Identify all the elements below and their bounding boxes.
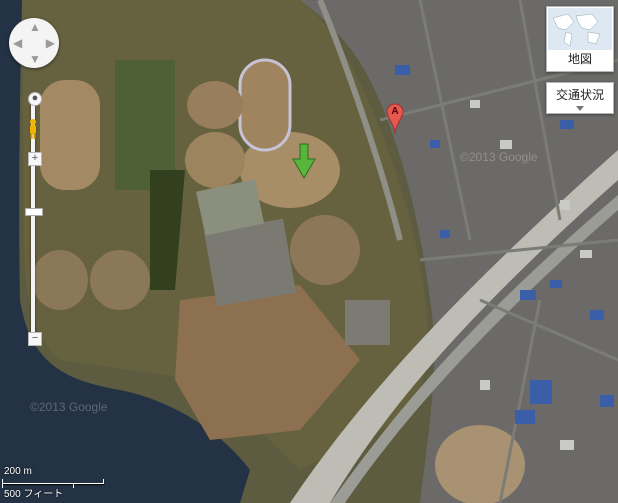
map-watermark: ©2013 Google [460, 150, 538, 164]
marker-label: A [391, 106, 399, 117]
traffic-dropdown[interactable]: 交通状況 [546, 82, 614, 114]
scale-imperial: 500 フィート [4, 489, 64, 500]
map-watermark: ©2013 Google [30, 400, 108, 414]
zoom-in-button[interactable]: + [28, 152, 42, 166]
satellite-terrain [0, 0, 618, 503]
satellite-map[interactable]: ©2013 Google ©2013 Google ▲ ▼ ◀ ▶ ● + − … [0, 0, 618, 503]
zoom-thumb[interactable] [25, 208, 43, 216]
green-arrow-icon[interactable] [292, 143, 316, 179]
pan-control[interactable]: ▲ ▼ ◀ ▶ [9, 18, 59, 68]
map-type-label: 地図 [567, 52, 592, 66]
location-marker[interactable]: A [386, 103, 404, 135]
scale-bar: 200 m 500 フィート [0, 463, 120, 503]
chevron-down-icon [576, 106, 584, 111]
pan-down-icon[interactable]: ▼ [29, 53, 41, 65]
zoom-out-button[interactable]: − [28, 332, 42, 346]
pan-right-icon[interactable]: ▶ [46, 37, 55, 49]
world-map-icon [548, 8, 612, 50]
traffic-label: 交通状況 [555, 88, 604, 102]
map-type-button[interactable]: 地図 [546, 6, 614, 72]
pegman-icon[interactable] [27, 118, 39, 140]
scale-metric: 200 m [4, 466, 32, 477]
zoom-reset-icon[interactable]: ● [28, 92, 42, 106]
pan-left-icon[interactable]: ◀ [13, 37, 22, 49]
pan-up-icon[interactable]: ▲ [29, 21, 41, 33]
